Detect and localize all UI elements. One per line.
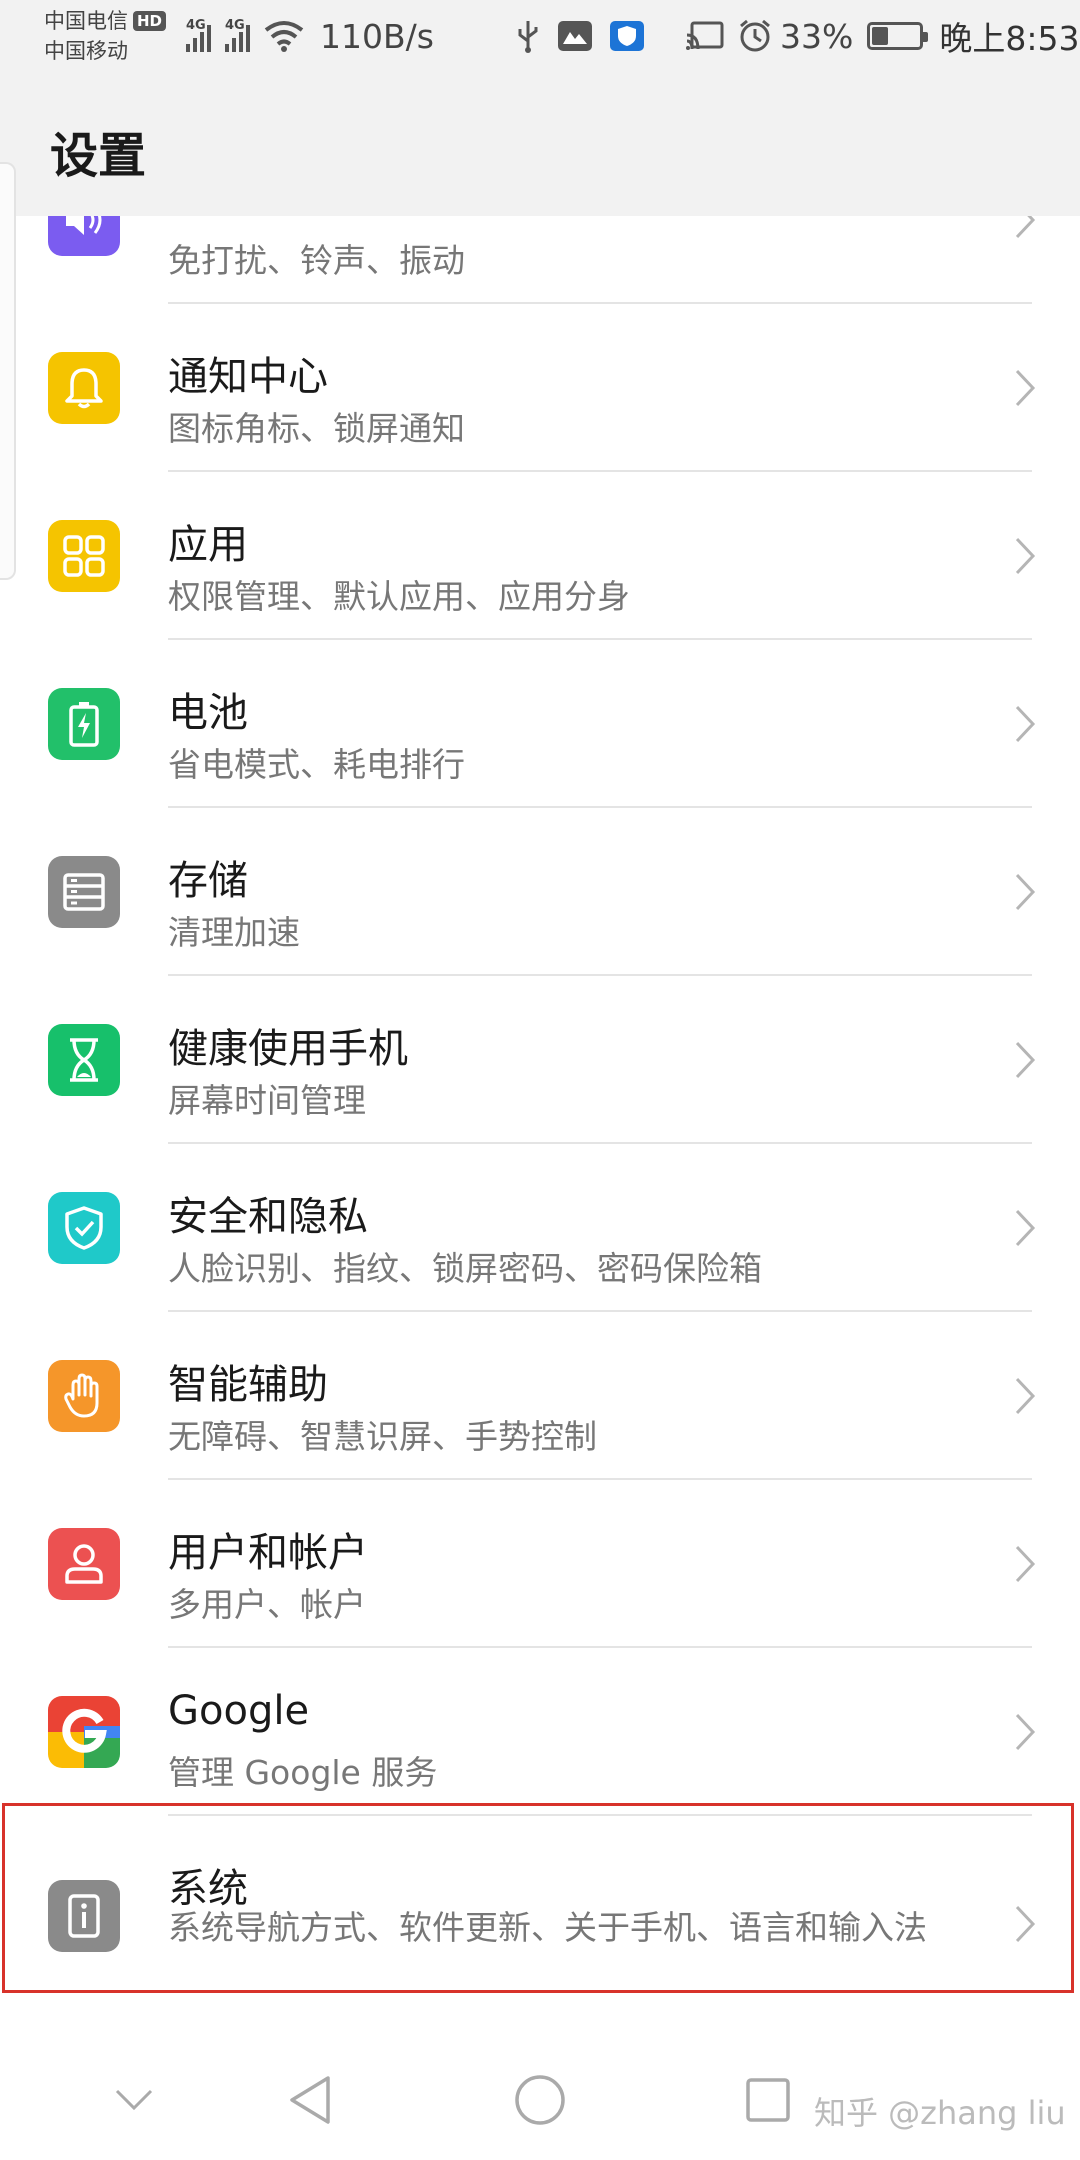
status-right-group: 33% 晚上8:53 xyxy=(516,14,1079,58)
back-button[interactable] xyxy=(280,2070,340,2130)
settings-item-subtitle: 图标角标、锁屏通知 xyxy=(168,409,465,448)
page-header: 设置 xyxy=(0,76,1080,216)
settings-item-digital-balance[interactable]: 健康使用手机 屏幕时间管理 xyxy=(0,976,1080,1144)
shield-icon xyxy=(48,1192,120,1264)
settings-item-title: 健康使用手机 xyxy=(168,1026,408,1072)
status-bar: 中国电信 HD 中国移动 4G 4G 110B/s 33% 晚上8:53 xyxy=(0,0,1080,76)
storage-icon xyxy=(48,856,120,928)
signal-2-label: 4G xyxy=(225,18,245,33)
settings-item-title: 存储 xyxy=(168,858,248,904)
status-left-group: 4G 4G 110B/s xyxy=(186,14,434,58)
settings-item-title: 用户和帐户 xyxy=(168,1530,368,1576)
settings-item-title: 应用 xyxy=(168,522,248,568)
battery-icon xyxy=(867,22,929,50)
side-edge-handle[interactable] xyxy=(0,162,16,580)
settings-item-notifications[interactable]: 通知中心 图标角标、锁屏通知 xyxy=(0,304,1080,472)
settings-item-system[interactable]: 系统 系统导航方式、软件更新、关于手机、语言和输入法 xyxy=(0,1816,1080,2016)
settings-item-subtitle: 权限管理、默认应用、应用分身 xyxy=(168,577,630,616)
settings-item-subtitle: 省电模式、耗电排行 xyxy=(168,745,465,784)
battery-icon xyxy=(48,688,120,760)
settings-list[interactable]: 免打扰、铃声、振动 通知中心 图标角标、锁屏通知 应用 权限管理、默认应用、应用… xyxy=(0,136,1080,2016)
wifi-icon xyxy=(264,21,304,52)
page-title: 设置 xyxy=(50,128,147,184)
chevron-right-icon xyxy=(1015,1905,1036,1943)
square-recents-icon xyxy=(746,2078,790,2122)
signal-icon-1: 4G xyxy=(186,18,211,52)
home-button[interactable] xyxy=(510,2070,570,2130)
chevron-right-icon xyxy=(1015,1209,1036,1247)
alarm-icon xyxy=(740,19,770,52)
settings-item-title: Google xyxy=(168,1688,310,1734)
settings-item-subtitle: 免打扰、铃声、振动 xyxy=(168,241,465,280)
settings-item-battery[interactable]: 电池 省电模式、耗电排行 xyxy=(0,640,1080,808)
hd-badge: HD xyxy=(133,11,167,31)
settings-item-title: 通知中心 xyxy=(168,354,328,400)
chevron-right-icon xyxy=(1015,537,1036,575)
cast-icon xyxy=(686,21,724,50)
carrier-2-label: 中国移动 xyxy=(44,39,128,63)
shield-app-icon xyxy=(610,21,644,51)
recents-button[interactable] xyxy=(738,2070,798,2130)
settings-item-security-privacy[interactable]: 安全和隐私 人脸识别、指纹、锁屏密码、密码保险箱 xyxy=(0,1144,1080,1312)
chevron-right-icon xyxy=(1015,705,1036,743)
settings-item-subtitle: 管理 Google 服务 xyxy=(168,1753,438,1792)
settings-item-subtitle: 清理加速 xyxy=(168,913,300,952)
hourglass-icon xyxy=(48,1024,120,1096)
settings-item-smart-assistance[interactable]: 智能辅助 无障碍、智慧识屏、手势控制 xyxy=(0,1312,1080,1480)
triangle-back-icon xyxy=(290,2076,330,2124)
clock: 晚上8:53 xyxy=(939,19,1080,58)
bell-icon xyxy=(48,352,120,424)
chevron-right-icon xyxy=(1015,1545,1036,1583)
navigation-bar: 知乎 @zhang liu xyxy=(0,2040,1080,2160)
settings-item-apps[interactable]: 应用 权限管理、默认应用、应用分身 xyxy=(0,472,1080,640)
chevron-right-icon xyxy=(1015,369,1036,407)
signal-1-label: 4G xyxy=(186,18,206,33)
net-speed: 110B/s xyxy=(320,16,434,56)
settings-item-subtitle: 人脸识别、指纹、锁屏密码、密码保险箱 xyxy=(168,1249,762,1288)
signal-icon-2: 4G xyxy=(225,18,250,52)
mountain-app-icon xyxy=(558,21,592,51)
settings-item-title: 电池 xyxy=(168,690,248,736)
settings-item-title: 智能辅助 xyxy=(168,1362,328,1408)
settings-item-users-accounts[interactable]: 用户和帐户 多用户、帐户 xyxy=(0,1480,1080,1648)
collapse-button[interactable] xyxy=(104,2070,164,2130)
settings-item-storage[interactable]: 存储 清理加速 xyxy=(0,808,1080,976)
carrier-info: 中国电信 HD 中国移动 xyxy=(44,6,167,66)
usb-icon xyxy=(518,21,538,53)
carrier-1-label: 中国电信 xyxy=(44,9,128,33)
google-icon xyxy=(48,1696,120,1768)
chevron-right-icon xyxy=(1015,1377,1036,1415)
chevron-right-icon xyxy=(1015,1041,1036,1079)
settings-item-subtitle: 无障碍、智慧识屏、手势控制 xyxy=(168,1417,597,1456)
watermark: 知乎 @zhang liu xyxy=(814,2094,1066,2132)
settings-item-subtitle: 多用户、帐户 xyxy=(168,1585,366,1624)
info-icon xyxy=(48,1880,120,1952)
user-icon xyxy=(48,1528,120,1600)
battery-percent: 33% xyxy=(780,16,854,56)
settings-item-google[interactable]: Google 管理 Google 服务 xyxy=(0,1648,1080,1816)
apps-grid-icon xyxy=(48,520,120,592)
circle-home-icon xyxy=(515,2075,565,2125)
chevron-right-icon xyxy=(1015,1713,1036,1751)
chevron-right-icon xyxy=(1015,873,1036,911)
chevron-down-icon xyxy=(115,2089,153,2111)
settings-item-title: 安全和隐私 xyxy=(168,1194,368,1240)
hand-icon xyxy=(48,1360,120,1432)
settings-item-subtitle: 屏幕时间管理 xyxy=(168,1081,366,1120)
settings-item-subtitle: 系统导航方式、软件更新、关于手机、语言和输入法 xyxy=(168,1908,927,1947)
